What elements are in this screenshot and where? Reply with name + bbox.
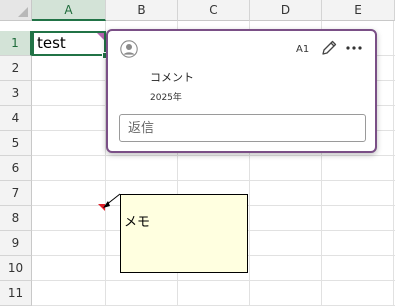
cell-a1-selected[interactable]: test bbox=[32, 31, 106, 56]
row-header-11[interactable]: 11 bbox=[0, 281, 32, 306]
row-header-5[interactable]: 5 bbox=[0, 131, 32, 156]
user-avatar-icon bbox=[120, 40, 138, 58]
row-header-4[interactable]: 4 bbox=[0, 106, 32, 131]
gridline bbox=[393, 21, 394, 306]
gridline bbox=[32, 180, 395, 181]
row-header-10[interactable]: 10 bbox=[0, 256, 32, 281]
row-header-9[interactable]: 9 bbox=[0, 231, 32, 256]
gridline bbox=[32, 280, 395, 281]
select-all-corner[interactable] bbox=[0, 0, 32, 21]
row-header-7[interactable]: 7 bbox=[0, 181, 32, 206]
comment-text: コメント bbox=[150, 71, 194, 84]
more-options-icon[interactable] bbox=[344, 39, 364, 57]
row-header-6[interactable]: 6 bbox=[0, 156, 32, 181]
cell-note[interactable]: メモ bbox=[120, 194, 248, 273]
spreadsheet-grid[interactable]: A B C D E 1 2 3 4 5 6 7 8 9 10 11 test メ… bbox=[0, 0, 395, 306]
column-header-e[interactable]: E bbox=[322, 0, 395, 21]
column-header-b[interactable]: B bbox=[106, 0, 178, 21]
comment-cell-reference: A1 bbox=[296, 44, 310, 55]
comment-card[interactable]: A1 コメント 2025年 bbox=[106, 29, 377, 153]
comment-indicator-icon[interactable] bbox=[97, 33, 104, 40]
row-header-8[interactable]: 8 bbox=[0, 206, 32, 231]
row-header-2[interactable]: 2 bbox=[0, 56, 32, 81]
pencil-icon[interactable] bbox=[320, 39, 338, 57]
reply-input[interactable] bbox=[119, 114, 366, 142]
column-header-d[interactable]: D bbox=[250, 0, 322, 21]
note-indicator-icon[interactable] bbox=[98, 204, 105, 211]
row-header-1[interactable]: 1 bbox=[0, 31, 32, 56]
gridline bbox=[32, 155, 395, 156]
row-header-3[interactable]: 3 bbox=[0, 81, 32, 106]
comment-date: 2025年 bbox=[150, 93, 182, 103]
column-header-c[interactable]: C bbox=[178, 0, 250, 21]
column-header-a[interactable]: A bbox=[32, 0, 106, 21]
select-all-triangle-icon bbox=[18, 7, 28, 17]
